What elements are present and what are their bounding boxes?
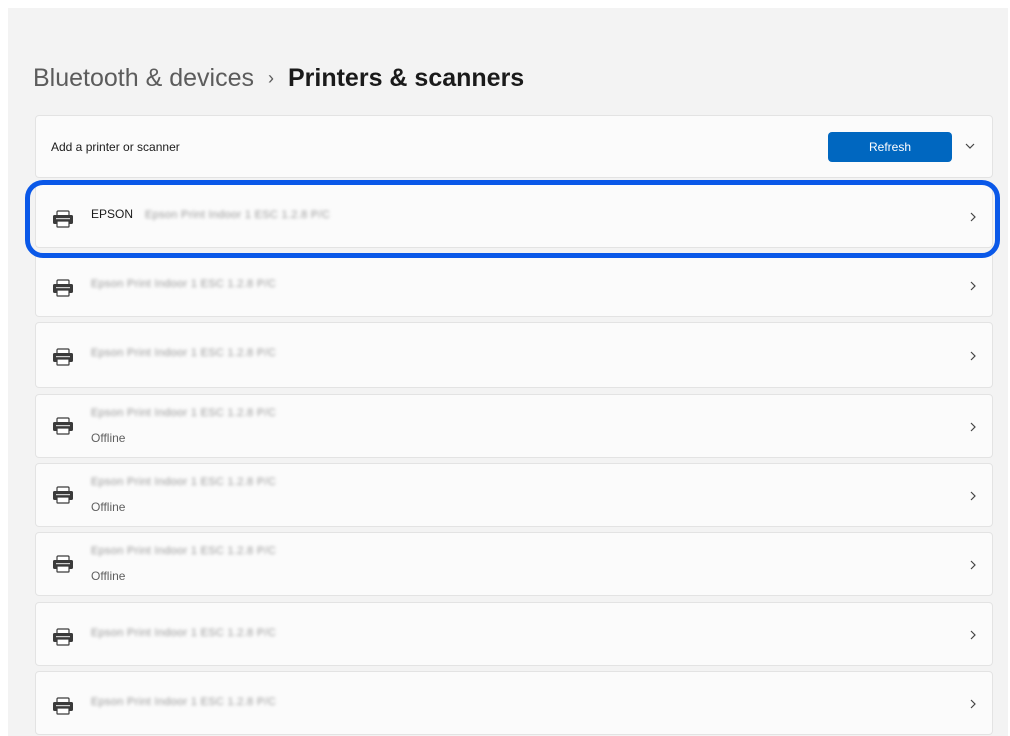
printer-title: Epson Print Indoor 1 ESC 1.2.8 P/C — [91, 276, 276, 290]
chevron-right-icon[interactable] — [968, 420, 978, 434]
printer-icon — [52, 210, 74, 228]
chevron-right-icon[interactable] — [968, 558, 978, 572]
printer-name: Epson Print Indoor 1 ESC 1.2.8 P/C — [91, 696, 277, 708]
add-printer-card[interactable]: Add a printer or scanner Refresh — [35, 115, 993, 178]
refresh-button[interactable]: Refresh — [828, 132, 952, 162]
printer-icon — [52, 279, 74, 297]
printer-item[interactable]: EPSON Epson Print Indoor 1 ESC 1.2.8 P/C — [35, 184, 993, 248]
printer-title: Epson Print Indoor 1 ESC 1.2.8 P/C — [91, 345, 276, 359]
printer-name: Epson Print Indoor 1 ESC 1.2.8 P/C — [91, 347, 277, 359]
printer-icon — [52, 486, 74, 504]
printer-brand: EPSON — [91, 207, 134, 221]
settings-window: Bluetooth & devices › Printers & scanner… — [8, 8, 1008, 736]
printer-title: Epson Print Indoor 1 ESC 1.2.8 P/C — [91, 405, 276, 419]
printer-item[interactable]: Epson Print Indoor 1 ESC 1.2.8 P/C — [35, 322, 993, 388]
breadcrumb: Bluetooth & devices › Printers & scanner… — [33, 64, 524, 93]
printer-icon — [52, 628, 74, 646]
chevron-right-icon[interactable] — [968, 489, 978, 503]
printer-name: Epson Print Indoor 1 ESC 1.2.8 P/C — [91, 545, 277, 557]
printer-name: Epson Print Indoor 1 ESC 1.2.8 P/C — [91, 627, 277, 639]
printer-name: Epson Print Indoor 1 ESC 1.2.8 P/C — [91, 278, 277, 290]
printer-item[interactable]: Epson Print Indoor 1 ESC 1.2.8 P/C Offlin… — [35, 463, 993, 527]
breadcrumb-parent-link[interactable]: Bluetooth & devices — [33, 64, 254, 93]
printer-item[interactable]: Epson Print Indoor 1 ESC 1.2.8 P/C — [35, 671, 993, 735]
printer-icon — [52, 348, 74, 366]
printer-status: Offline — [91, 569, 126, 583]
printer-title: Epson Print Indoor 1 ESC 1.2.8 P/C — [91, 474, 276, 488]
printer-item[interactable]: Epson Print Indoor 1 ESC 1.2.8 P/C — [35, 253, 993, 317]
printer-title: Epson Print Indoor 1 ESC 1.2.8 P/C — [91, 625, 276, 639]
page-title: Printers & scanners — [287, 64, 525, 92]
printer-title: Epson Print Indoor 1 ESC 1.2.8 P/C — [91, 543, 276, 557]
printer-icon — [52, 417, 74, 435]
chevron-right-icon[interactable] — [968, 697, 978, 711]
printer-title: EPSON Epson Print Indoor 1 ESC 1.2.8 P/C — [91, 207, 330, 221]
printer-name: Epson Print Indoor 1 ESC 1.2.8 P/C — [91, 407, 277, 419]
printer-name: Epson Print Indoor 1 ESC 1.2.8 P/C — [145, 209, 331, 221]
chevron-right-icon[interactable] — [968, 210, 978, 224]
chevron-down-icon[interactable] — [964, 140, 976, 152]
breadcrumb-separator: › — [267, 68, 274, 88]
printer-title: Epson Print Indoor 1 ESC 1.2.8 P/C — [91, 694, 276, 708]
printer-item[interactable]: Epson Print Indoor 1 ESC 1.2.8 P/C — [35, 602, 993, 666]
printer-status: Offline — [91, 500, 126, 514]
chevron-right-icon[interactable] — [968, 349, 978, 363]
chevron-right-icon[interactable] — [968, 279, 978, 293]
printer-icon — [52, 555, 74, 573]
printer-item[interactable]: Epson Print Indoor 1 ESC 1.2.8 P/C Offlin… — [35, 532, 993, 596]
printer-status: Offline — [91, 431, 126, 445]
add-printer-label: Add a printer or scanner — [51, 140, 180, 154]
printer-name: Epson Print Indoor 1 ESC 1.2.8 P/C — [91, 476, 277, 488]
chevron-right-icon[interactable] — [968, 628, 978, 642]
printer-icon — [52, 697, 74, 715]
printer-item[interactable]: Epson Print Indoor 1 ESC 1.2.8 P/C Offlin… — [35, 394, 993, 458]
